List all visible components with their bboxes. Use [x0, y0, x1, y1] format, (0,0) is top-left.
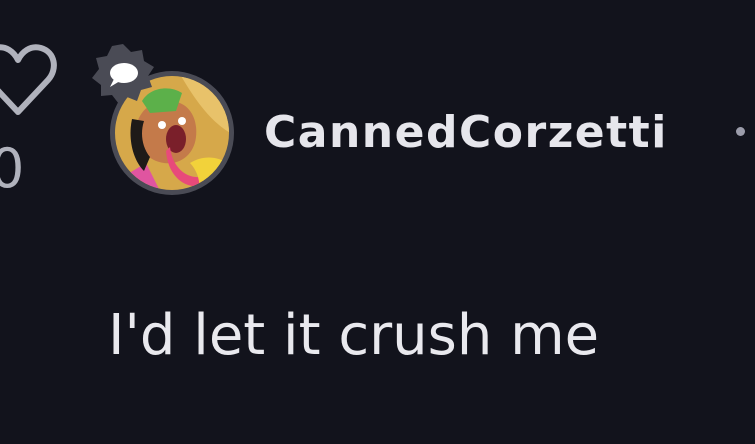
heart-outline-icon: [0, 44, 57, 115]
like-button[interactable]: [0, 42, 58, 118]
comment-card: 0 CannedCorzetti I'd let it crush me: [0, 0, 755, 444]
username-link[interactable]: CannedCorzetti: [264, 106, 668, 160]
like-count: 0: [0, 137, 25, 200]
separator-dot: [736, 127, 745, 136]
comment-text: I'd let it crush me: [108, 303, 600, 368]
speech-bubble-icon: [90, 42, 156, 108]
